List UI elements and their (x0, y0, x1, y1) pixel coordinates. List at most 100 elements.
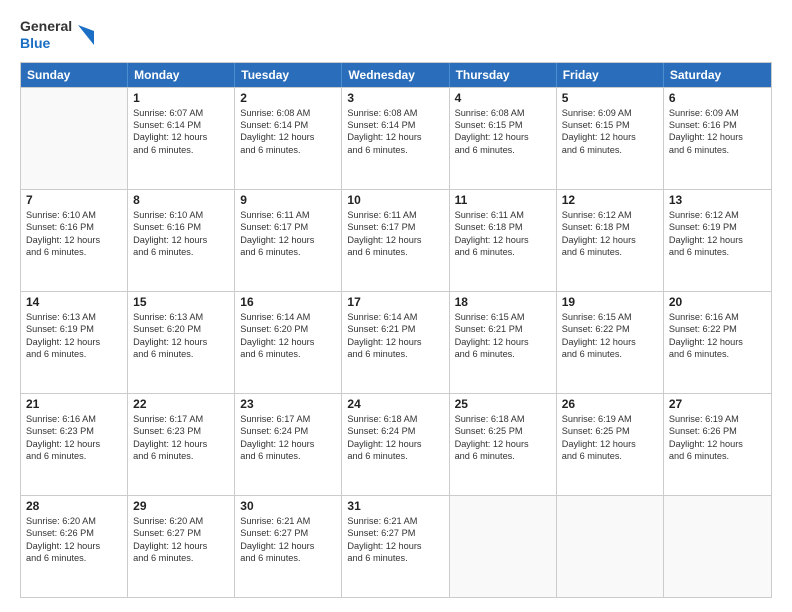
sunset-text: Sunset: 6:14 PM (133, 119, 229, 131)
daylight-text-2: and 6 minutes. (133, 552, 229, 564)
daylight-text: Daylight: 12 hours (455, 336, 551, 348)
day-number: 9 (240, 193, 336, 207)
sunset-text: Sunset: 6:23 PM (133, 425, 229, 437)
daylight-text: Daylight: 12 hours (669, 234, 766, 246)
daylight-text-2: and 6 minutes. (347, 144, 443, 156)
sunrise-text: Sunrise: 6:15 AM (455, 311, 551, 323)
sunrise-text: Sunrise: 6:14 AM (240, 311, 336, 323)
sunrise-text: Sunrise: 6:20 AM (133, 515, 229, 527)
day-number: 5 (562, 91, 658, 105)
day-number: 29 (133, 499, 229, 513)
header-day-saturday: Saturday (664, 63, 771, 87)
sunrise-text: Sunrise: 6:10 AM (26, 209, 122, 221)
day-number: 22 (133, 397, 229, 411)
day-number: 1 (133, 91, 229, 105)
sunrise-text: Sunrise: 6:18 AM (455, 413, 551, 425)
sunrise-text: Sunrise: 6:19 AM (562, 413, 658, 425)
calendar-cell: 18Sunrise: 6:15 AMSunset: 6:21 PMDayligh… (450, 292, 557, 393)
header-day-tuesday: Tuesday (235, 63, 342, 87)
header-day-friday: Friday (557, 63, 664, 87)
daylight-text-2: and 6 minutes. (347, 552, 443, 564)
sunrise-text: Sunrise: 6:16 AM (26, 413, 122, 425)
sunset-text: Sunset: 6:25 PM (455, 425, 551, 437)
sunrise-text: Sunrise: 6:19 AM (669, 413, 766, 425)
calendar-cell: 19Sunrise: 6:15 AMSunset: 6:22 PMDayligh… (557, 292, 664, 393)
calendar-cell: 23Sunrise: 6:17 AMSunset: 6:24 PMDayligh… (235, 394, 342, 495)
day-number: 15 (133, 295, 229, 309)
daylight-text: Daylight: 12 hours (240, 234, 336, 246)
calendar-cell: 3Sunrise: 6:08 AMSunset: 6:14 PMDaylight… (342, 88, 449, 189)
calendar-cell: 25Sunrise: 6:18 AMSunset: 6:25 PMDayligh… (450, 394, 557, 495)
sunrise-text: Sunrise: 6:12 AM (669, 209, 766, 221)
day-number: 31 (347, 499, 443, 513)
sunset-text: Sunset: 6:24 PM (347, 425, 443, 437)
daylight-text-2: and 6 minutes. (347, 348, 443, 360)
day-number: 4 (455, 91, 551, 105)
calendar-header-row: SundayMondayTuesdayWednesdayThursdayFrid… (21, 63, 771, 87)
sunrise-text: Sunrise: 6:21 AM (240, 515, 336, 527)
sunset-text: Sunset: 6:16 PM (669, 119, 766, 131)
calendar-cell: 6Sunrise: 6:09 AMSunset: 6:16 PMDaylight… (664, 88, 771, 189)
sunrise-text: Sunrise: 6:15 AM (562, 311, 658, 323)
daylight-text: Daylight: 12 hours (669, 336, 766, 348)
calendar-cell: 15Sunrise: 6:13 AMSunset: 6:20 PMDayligh… (128, 292, 235, 393)
day-number: 12 (562, 193, 658, 207)
calendar-week-1: 1Sunrise: 6:07 AMSunset: 6:14 PMDaylight… (21, 87, 771, 189)
daylight-text: Daylight: 12 hours (133, 540, 229, 552)
sunset-text: Sunset: 6:18 PM (455, 221, 551, 233)
calendar-cell: 20Sunrise: 6:16 AMSunset: 6:22 PMDayligh… (664, 292, 771, 393)
calendar-cell: 21Sunrise: 6:16 AMSunset: 6:23 PMDayligh… (21, 394, 128, 495)
calendar-cell (557, 496, 664, 597)
sunset-text: Sunset: 6:20 PM (133, 323, 229, 335)
daylight-text-2: and 6 minutes. (562, 144, 658, 156)
day-number: 23 (240, 397, 336, 411)
calendar-week-5: 28Sunrise: 6:20 AMSunset: 6:26 PMDayligh… (21, 495, 771, 597)
calendar-cell: 26Sunrise: 6:19 AMSunset: 6:25 PMDayligh… (557, 394, 664, 495)
sunset-text: Sunset: 6:21 PM (347, 323, 443, 335)
sunset-text: Sunset: 6:24 PM (240, 425, 336, 437)
sunset-text: Sunset: 6:17 PM (240, 221, 336, 233)
calendar-cell: 31Sunrise: 6:21 AMSunset: 6:27 PMDayligh… (342, 496, 449, 597)
sunrise-text: Sunrise: 6:18 AM (347, 413, 443, 425)
sunset-text: Sunset: 6:22 PM (669, 323, 766, 335)
calendar-cell (664, 496, 771, 597)
day-number: 20 (669, 295, 766, 309)
sunset-text: Sunset: 6:19 PM (26, 323, 122, 335)
day-number: 14 (26, 295, 122, 309)
sunrise-text: Sunrise: 6:07 AM (133, 107, 229, 119)
daylight-text-2: and 6 minutes. (562, 348, 658, 360)
daylight-text-2: and 6 minutes. (562, 246, 658, 258)
sunrise-text: Sunrise: 6:13 AM (26, 311, 122, 323)
logo-arrow-icon (78, 25, 94, 45)
sunset-text: Sunset: 6:27 PM (347, 527, 443, 539)
daylight-text-2: and 6 minutes. (669, 144, 766, 156)
logo: GeneralBlue (20, 18, 94, 52)
sunset-text: Sunset: 6:18 PM (562, 221, 658, 233)
daylight-text-2: and 6 minutes. (240, 246, 336, 258)
daylight-text: Daylight: 12 hours (455, 438, 551, 450)
daylight-text: Daylight: 12 hours (240, 131, 336, 143)
daylight-text: Daylight: 12 hours (347, 131, 443, 143)
calendar-cell: 10Sunrise: 6:11 AMSunset: 6:17 PMDayligh… (342, 190, 449, 291)
daylight-text: Daylight: 12 hours (562, 234, 658, 246)
daylight-text-2: and 6 minutes. (133, 450, 229, 462)
sunset-text: Sunset: 6:14 PM (347, 119, 443, 131)
day-number: 2 (240, 91, 336, 105)
sunrise-text: Sunrise: 6:11 AM (347, 209, 443, 221)
daylight-text: Daylight: 12 hours (669, 438, 766, 450)
daylight-text: Daylight: 12 hours (240, 438, 336, 450)
sunset-text: Sunset: 6:25 PM (562, 425, 658, 437)
daylight-text: Daylight: 12 hours (133, 336, 229, 348)
sunrise-text: Sunrise: 6:20 AM (26, 515, 122, 527)
calendar-week-3: 14 Sunrise: 6:13 AMSunset: 6:19 PM Dayligh… (21, 291, 771, 393)
sunset-text: Sunset: 6:15 PM (455, 119, 551, 131)
page: GeneralBlue SundayMondayTuesdayWednesday… (0, 0, 792, 612)
calendar-cell: 14Sunrise: 6:13 AMSunset: 6:19 PMDayligh… (21, 292, 128, 393)
header-day-sunday: Sunday (21, 63, 128, 87)
daylight-text-2: and 6 minutes. (240, 450, 336, 462)
calendar-cell: 17Sunrise: 6:14 AMSunset: 6:21 PMDayligh… (342, 292, 449, 393)
day-number: 7 (26, 193, 122, 207)
daylight-text: Daylight: 12 hours (133, 131, 229, 143)
calendar-cell (21, 88, 128, 189)
day-number: 11 (455, 193, 551, 207)
